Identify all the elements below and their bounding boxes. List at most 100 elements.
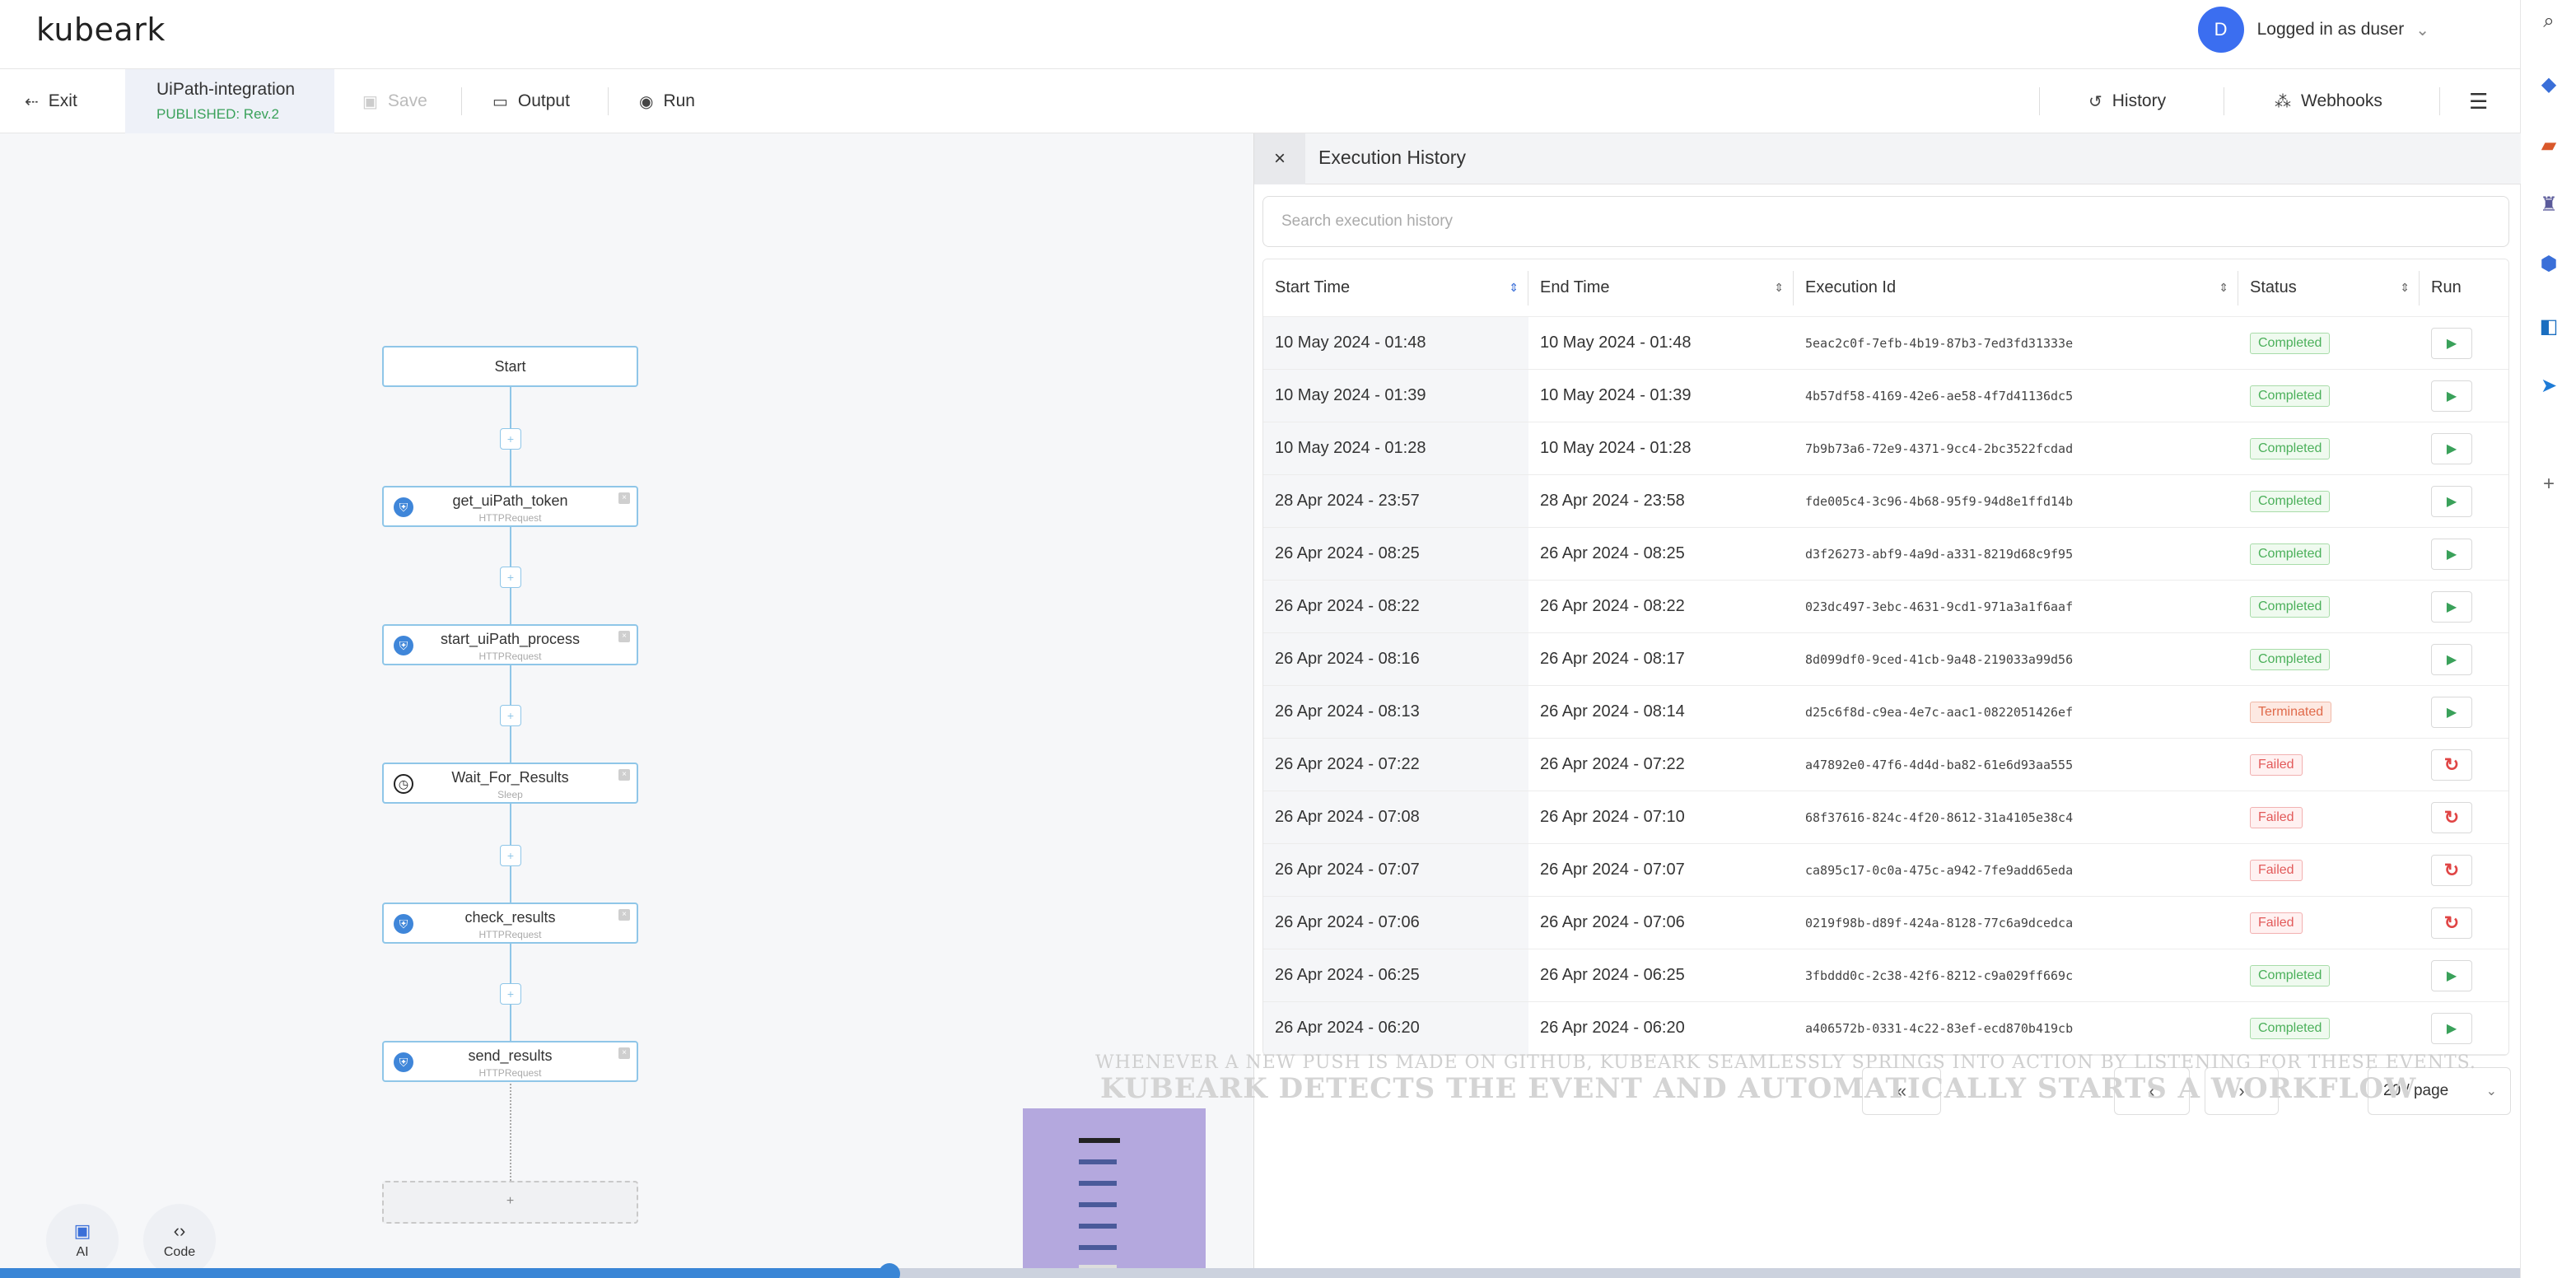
add-step-button[interactable]: + xyxy=(500,845,521,866)
delete-node-icon[interactable]: × xyxy=(618,1047,630,1059)
minimap[interactable] xyxy=(1023,1108,1206,1278)
add-step-button[interactable]: + xyxy=(500,567,521,588)
add-step-button[interactable]: + xyxy=(500,705,521,726)
add-node-placeholder[interactable]: + xyxy=(382,1181,638,1224)
rerun-button[interactable]: ▶ xyxy=(2431,327,2472,359)
execution-id-cell[interactable]: 0219f98b-d89f-424a-8128-77c6a9dcedca xyxy=(1794,897,2238,949)
sort-icon[interactable]: ⇕ xyxy=(1774,281,1784,295)
user-menu[interactable]: D Logged in as duser ⌄ xyxy=(2197,7,2429,53)
execution-id-cell[interactable]: a47892e0-47f6-4d4d-ba82-61e6d93aa555 xyxy=(1794,739,2238,791)
rerun-button[interactable]: ▶ xyxy=(2431,432,2472,464)
video-progress-bar[interactable] xyxy=(0,1263,2520,1278)
execution-id-cell[interactable]: fde005c4-3c96-4b68-95f9-94d8e1ffd14b xyxy=(1794,475,2238,527)
chess-icon[interactable]: ♜ xyxy=(2536,191,2562,217)
send-icon[interactable]: ➤ xyxy=(2536,372,2562,399)
search-input[interactable] xyxy=(1262,196,2509,247)
add-icon[interactable]: + xyxy=(2536,471,2562,497)
execution-id-cell[interactable]: 68f37616-824c-4f20-8612-31a4105e38c4 xyxy=(1794,791,2238,843)
table-row[interactable]: 26 Apr 2024 - 06:25 26 Apr 2024 - 06:25 3f… xyxy=(1263,949,2508,1002)
execution-id-cell[interactable]: d25c6f8d-c9ea-4e7c-aac1-0822051426ef xyxy=(1794,686,2238,738)
table-row[interactable]: 26 Apr 2024 - 07:22 26 Apr 2024 - 07:22 a4… xyxy=(1263,739,2508,791)
rerun-button[interactable]: ▶ xyxy=(2431,485,2472,517)
table-row[interactable]: 10 May 2024 - 01:39 10 May 2024 - 01:39 4b… xyxy=(1263,370,2508,422)
save-button[interactable]: ▣ Save xyxy=(362,69,427,133)
play-icon: ▶ xyxy=(2446,389,2457,403)
ai-button[interactable]: ▣ AI xyxy=(46,1204,119,1276)
add-step-button[interactable]: + xyxy=(500,983,521,1005)
rerun-button[interactable]: ↻ xyxy=(2431,801,2472,833)
rerun-button[interactable]: ▶ xyxy=(2431,538,2472,570)
close-icon[interactable]: × xyxy=(1254,133,1305,184)
workflow-status: PUBLISHED: Rev.2 xyxy=(156,106,279,122)
workflow-info: UiPath-integration PUBLISHED: Rev.2 xyxy=(125,69,334,133)
delete-node-icon[interactable]: × xyxy=(618,769,630,781)
code-button[interactable]: ‹› Code xyxy=(143,1204,216,1276)
table-row[interactable]: 10 May 2024 - 01:48 10 May 2024 - 01:48 5e… xyxy=(1263,317,2508,370)
node-type: HTTPRequest xyxy=(478,929,542,940)
outlook-icon[interactable]: ◧ xyxy=(2536,313,2562,339)
table-row[interactable]: 26 Apr 2024 - 08:16 26 Apr 2024 - 08:17 8d… xyxy=(1263,633,2508,686)
rerun-button[interactable]: ▶ xyxy=(2431,959,2472,991)
table-row[interactable]: 26 Apr 2024 - 08:13 26 Apr 2024 - 08:14 d2… xyxy=(1263,686,2508,739)
delete-node-icon[interactable]: × xyxy=(618,631,630,642)
rerun-button[interactable]: ▶ xyxy=(2431,643,2472,675)
execution-id-cell[interactable]: d3f26273-abf9-4a9d-a331-8219d68c9f95 xyxy=(1794,528,2238,580)
table-row[interactable]: 26 Apr 2024 - 08:22 26 Apr 2024 - 08:22 02… xyxy=(1263,581,2508,633)
column-header-status[interactable]: Status ⇕ xyxy=(2238,259,2420,316)
table-row[interactable]: 26 Apr 2024 - 06:20 26 Apr 2024 - 06:20 a4… xyxy=(1263,1002,2508,1055)
rerun-button[interactable]: ▶ xyxy=(2431,1012,2472,1044)
avatar[interactable]: D xyxy=(2197,7,2244,53)
exit-button[interactable]: ⇠ Exit xyxy=(25,69,77,133)
rerun-button[interactable]: ▶ xyxy=(2431,590,2472,623)
user-label[interactable]: Logged in as duser xyxy=(2257,20,2405,40)
run-cell: ↻ xyxy=(2420,791,2508,843)
workflow-node[interactable]: ⛨ get_uiPath_token HTTPRequest × xyxy=(382,486,638,527)
rerun-button[interactable]: ↻ xyxy=(2431,854,2472,886)
tag-icon[interactable]: ◆ xyxy=(2536,71,2562,97)
sort-icon[interactable]: ⇕ xyxy=(2219,281,2228,295)
office-icon[interactable]: ⬢ xyxy=(2536,250,2562,277)
rerun-button[interactable]: ▶ xyxy=(2431,696,2472,728)
execution-id-cell[interactable]: 8d099df0-9ced-41cb-9a48-219033a99d56 xyxy=(1794,633,2238,685)
app-logo[interactable]: kubeark xyxy=(36,12,166,48)
delete-node-icon[interactable]: × xyxy=(618,909,630,921)
output-button[interactable]: ▭ Output xyxy=(492,69,570,133)
column-header-id[interactable]: Execution Id ⇕ xyxy=(1794,259,2238,316)
start-node[interactable]: Start xyxy=(382,346,638,387)
rerun-button[interactable]: ↻ xyxy=(2431,749,2472,781)
search-icon[interactable]: ⌕ xyxy=(2536,8,2562,35)
workflow-node[interactable]: ⛨ check_results HTTPRequest × xyxy=(382,903,638,944)
execution-id-cell[interactable]: 3fbddd0c-2c38-42f6-8212-c9a029ff669c xyxy=(1794,949,2238,1001)
table-row[interactable]: 10 May 2024 - 01:28 10 May 2024 - 01:28 7b… xyxy=(1263,422,2508,475)
execution-id-cell[interactable]: 5eac2c0f-7efb-4b19-87b3-7ed3fd31333e xyxy=(1794,317,2238,369)
column-header-end[interactable]: End Time ⇕ xyxy=(1528,259,1794,316)
rerun-button[interactable]: ▶ xyxy=(2431,380,2472,412)
execution-id-cell[interactable]: a406572b-0331-4c22-83ef-ecd870b419cb xyxy=(1794,1002,2238,1054)
webhooks-button[interactable]: ⁂ Webhooks xyxy=(2275,69,2382,133)
table-row[interactable]: 26 Apr 2024 - 08:25 26 Apr 2024 - 08:25 d3… xyxy=(1263,528,2508,581)
table-row[interactable]: 28 Apr 2024 - 23:57 28 Apr 2024 - 23:58 fd… xyxy=(1263,475,2508,528)
add-step-button[interactable]: + xyxy=(500,428,521,450)
rerun-button[interactable]: ↻ xyxy=(2431,907,2472,939)
briefcase-icon[interactable]: ▰ xyxy=(2536,132,2562,158)
workflow-node[interactable]: ⛨ start_uiPath_process HTTPRequest × xyxy=(382,624,638,665)
sort-icon[interactable]: ⇕ xyxy=(2400,281,2410,295)
history-button[interactable]: ↺ History xyxy=(2088,69,2166,133)
chevron-down-icon[interactable]: ⌄ xyxy=(2415,20,2429,40)
execution-id-cell[interactable]: ca895c17-0c0a-475c-a942-7fe9add65eda xyxy=(1794,844,2238,896)
workflow-node[interactable]: ◷ Wait_For_Results Sleep × xyxy=(382,763,638,804)
start-time-cell: 26 Apr 2024 - 08:13 xyxy=(1263,686,1528,738)
sort-icon[interactable]: ⇕ xyxy=(1509,281,1519,295)
execution-id-cell[interactable]: 4b57df58-4169-42e6-ae58-4f7d41136dc5 xyxy=(1794,370,2238,422)
delete-node-icon[interactable]: × xyxy=(618,492,630,504)
run-button[interactable]: ◉ Run xyxy=(639,69,695,133)
execution-id-cell[interactable]: 023dc497-3ebc-4631-9cd1-971a3a1f6aaf xyxy=(1794,581,2238,632)
execution-id-cell[interactable]: 7b9b73a6-72e9-4371-9cc4-2bc3522fcdad xyxy=(1794,422,2238,474)
table-row[interactable]: 26 Apr 2024 - 07:08 26 Apr 2024 - 07:10 68… xyxy=(1263,791,2508,844)
column-header-start[interactable]: Start Time ⇕ xyxy=(1263,259,1528,316)
workflow-canvas[interactable]: Start + + + + + ⛨ get_uiPath_token HTTPR… xyxy=(0,133,1253,1278)
menu-icon[interactable]: ☰ xyxy=(2469,69,2488,133)
workflow-node[interactable]: ⛨ send_results HTTPRequest × xyxy=(382,1041,638,1082)
table-row[interactable]: 26 Apr 2024 - 07:06 26 Apr 2024 - 07:06 02… xyxy=(1263,897,2508,949)
table-row[interactable]: 26 Apr 2024 - 07:07 26 Apr 2024 - 07:07 ca… xyxy=(1263,844,2508,897)
